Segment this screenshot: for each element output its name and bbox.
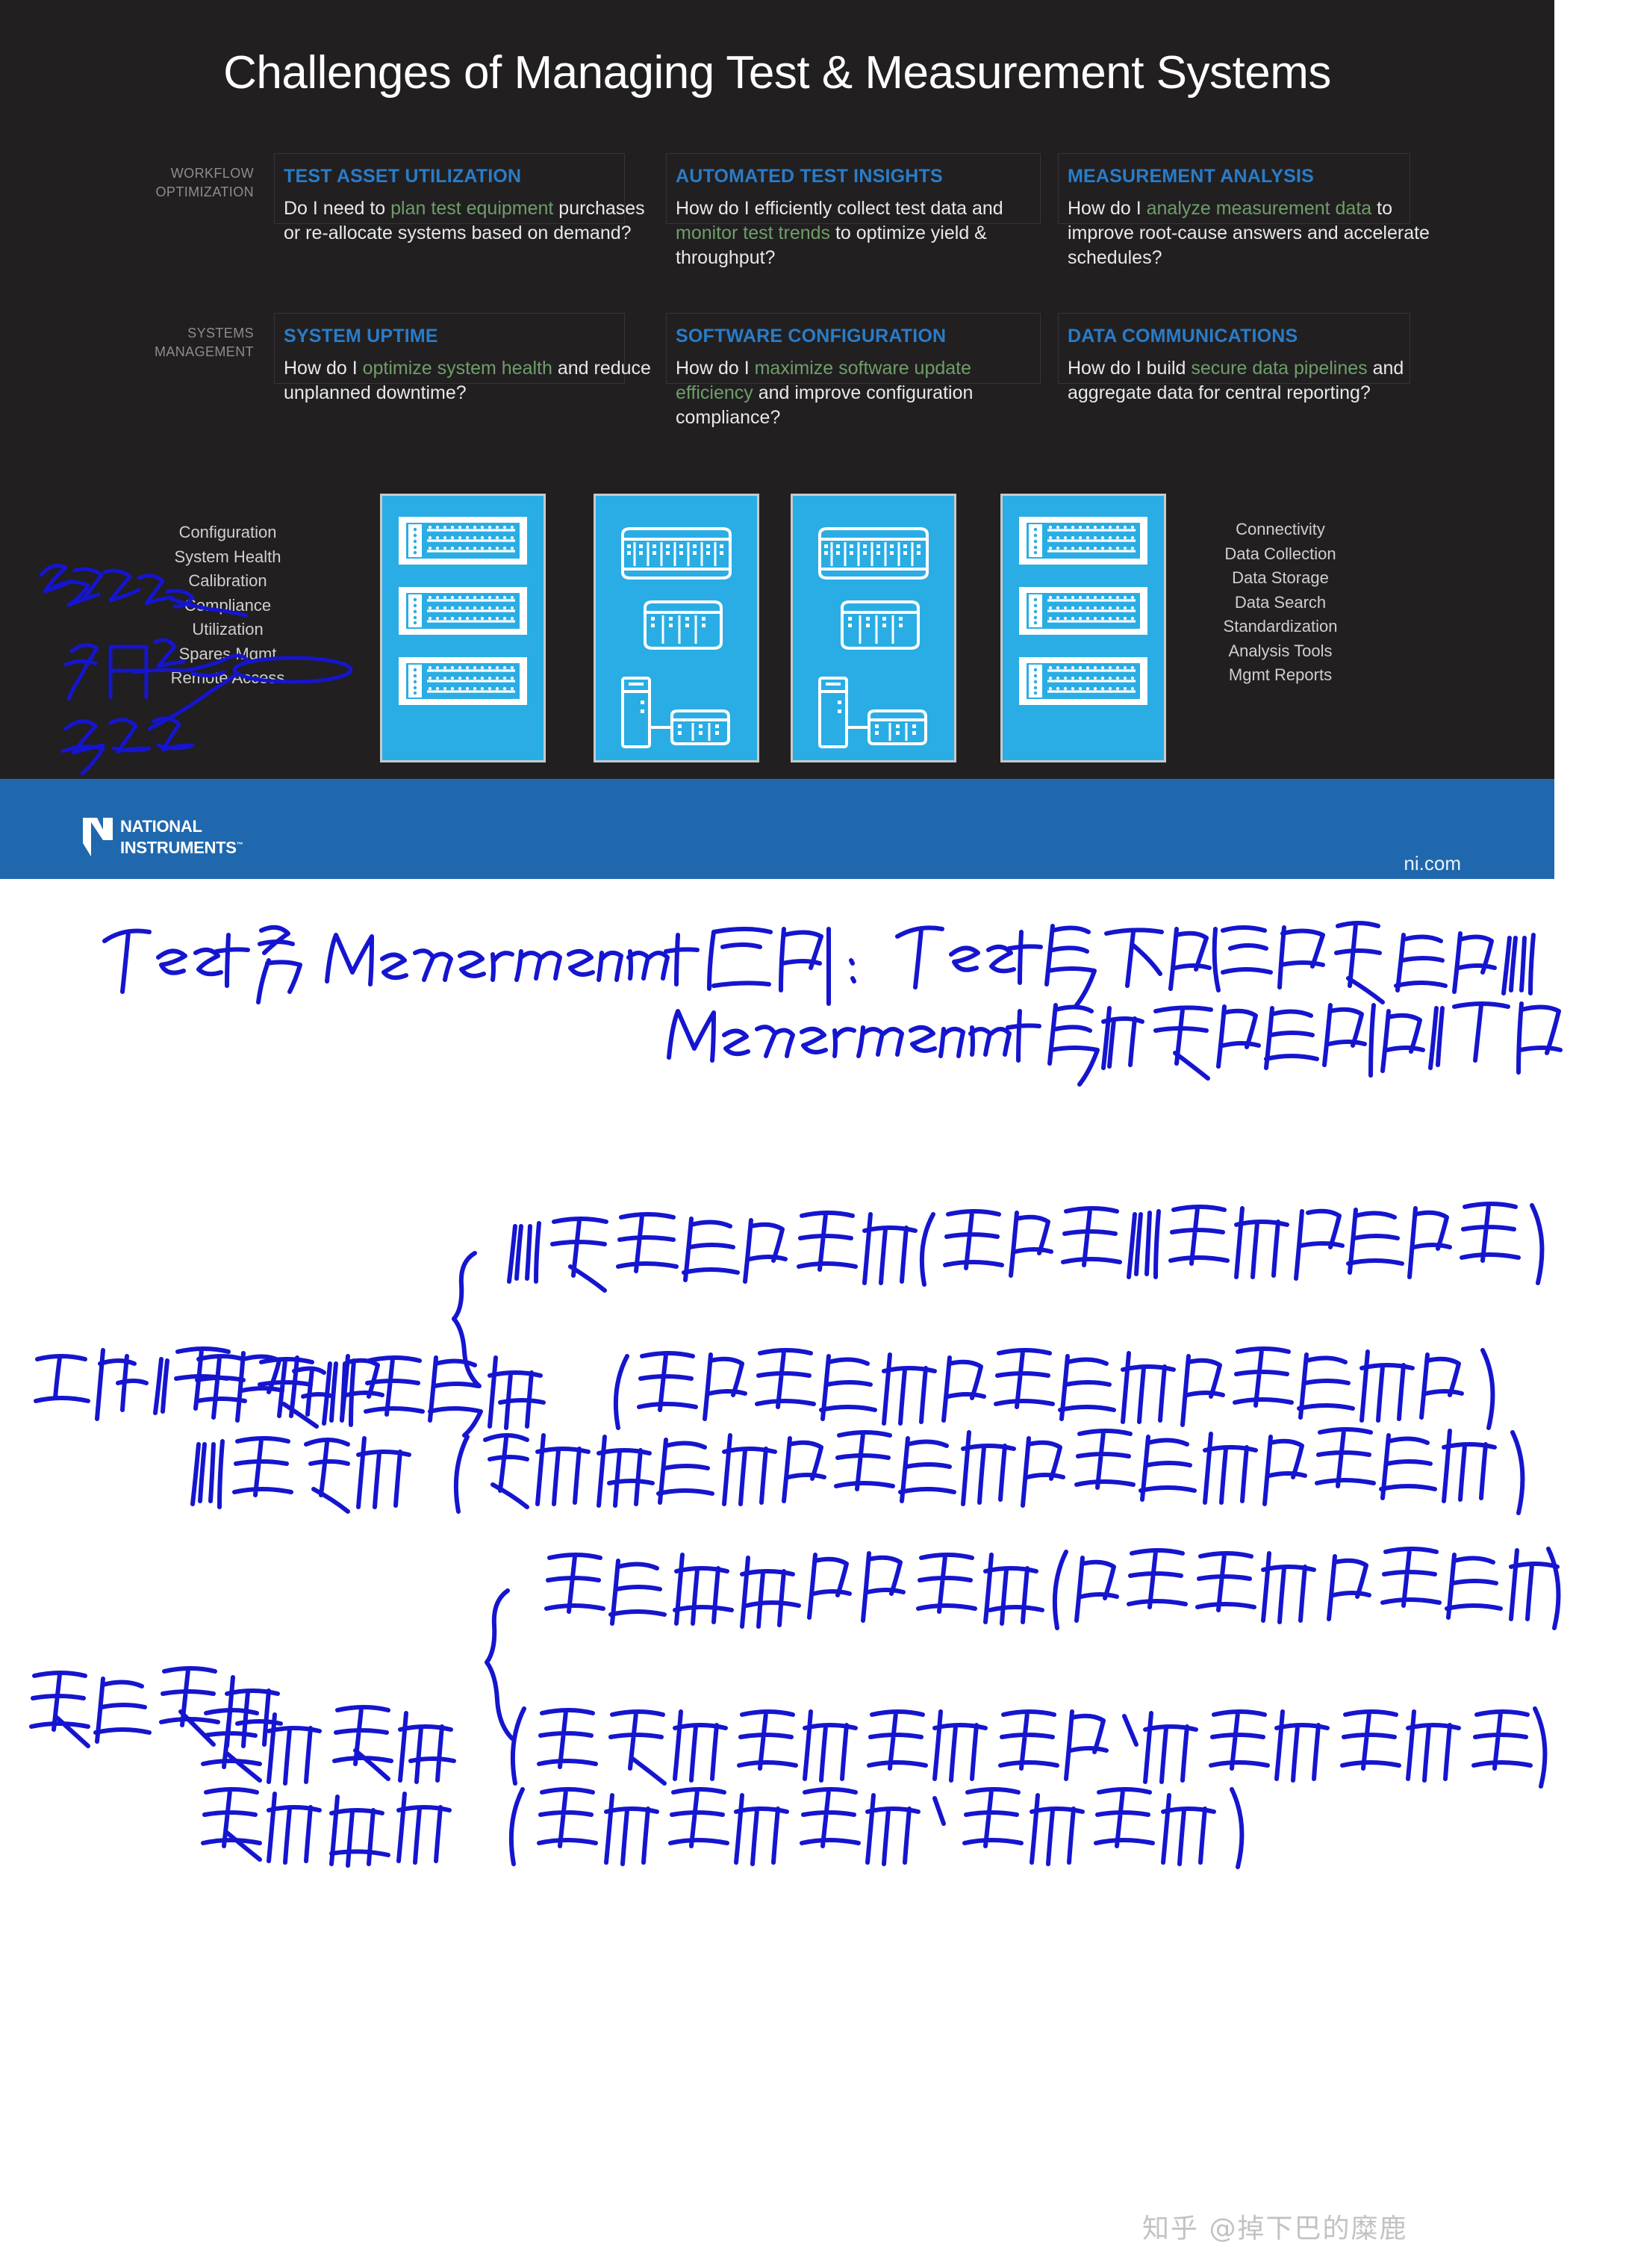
tag-configuration: Configuration: [178, 523, 277, 541]
ni-eagle-icon: [83, 818, 113, 857]
tag-analysis-tools: Analysis Tools: [1228, 641, 1333, 660]
note-group-2-item2-ink: [201, 1705, 1548, 1789]
challenge-card-data-communications[interactable]: DATA COMMUNICATIONS How do I build secur…: [1058, 313, 1435, 406]
tag-data-collection: Data Collection: [1224, 544, 1336, 563]
card-title: TEST ASSET UTILIZATION: [284, 166, 522, 187]
card-title: SYSTEM UPTIME: [284, 326, 438, 347]
footer-url: ni.com: [1404, 852, 1461, 874]
watermark: 知乎 @掉下巴的糜鹿: [1142, 2213, 1408, 2244]
tag-remote-access: Remote Access: [170, 668, 285, 687]
rack-servers-icon: [399, 517, 527, 705]
note-line-1-ink: [102, 921, 1536, 1007]
trademark-symbol: ™: [236, 841, 243, 849]
diagram-panel-1: [380, 494, 546, 762]
card-body-highlight: analyze measurement data: [1146, 198, 1372, 219]
note-group-2-ink: [29, 1547, 1561, 1748]
card-body-pre: How do I efficiently collect test data a…: [676, 198, 1003, 219]
ni-logo-wordmark: NATIONAL INSTRUMENTS™: [120, 817, 243, 857]
row-label-systems-management: SYSTEMS MANAGEMENT: [105, 324, 254, 361]
note-group-2-item3-ink: [201, 1787, 1245, 1869]
card-body-pre: How do I build: [1068, 358, 1192, 379]
card-body-pre: How do I: [676, 358, 755, 379]
card-title: DATA COMMUNICATIONS: [1068, 326, 1298, 347]
diagram-panel-2: [594, 494, 759, 762]
note-group-1-item2-ink: [195, 1346, 1495, 1438]
chassis-and-controller-icon: [818, 527, 929, 748]
challenge-card-software-configuration[interactable]: SOFTWARE CONFIGURATION How do I maximize…: [666, 313, 1043, 430]
card-body: How do I efficiently collect test data a…: [676, 196, 1043, 270]
card-body: How do I build secure data pipelines and…: [1068, 356, 1435, 406]
challenge-card-test-asset-utilization[interactable]: TEST ASSET UTILIZATION Do I need to plan…: [274, 153, 651, 246]
card-title: MEASUREMENT ANALYSIS: [1068, 166, 1314, 187]
card-body-pre: Do I need to: [284, 198, 391, 219]
tag-compliance: Compliance: [184, 595, 272, 615]
row-label-workflow-optimization: WORKFLOW OPTIMIZATION: [105, 164, 254, 202]
card-body: How do I maximize software update effici…: [676, 356, 1043, 430]
challenge-card-automated-test-insights[interactable]: AUTOMATED TEST INSIGHTS How do I efficie…: [666, 153, 1043, 270]
row-label-line2: MANAGEMENT: [154, 344, 254, 359]
diagram-panel-3: [791, 494, 956, 762]
tag-standardization: Standardization: [1223, 617, 1338, 636]
tag-utilization: Utilization: [192, 620, 264, 639]
tag-spares-mgmt: Spares Mgmt: [178, 644, 277, 663]
presentation-slide: Challenges of Managing Test & Measuremen…: [0, 0, 1554, 879]
ni-logo-line1: NATIONAL: [120, 817, 202, 836]
row-label-line2: OPTIMIZATION: [155, 184, 254, 199]
diagram-panel-4: [1000, 494, 1166, 762]
card-title: AUTOMATED TEST INSIGHTS: [676, 166, 943, 187]
note-line-2-ink: [667, 1001, 1563, 1087]
challenge-card-measurement-analysis[interactable]: MEASUREMENT ANALYSIS How do I analyze me…: [1058, 153, 1435, 270]
card-body-highlight: monitor test trends: [676, 223, 831, 243]
tag-system-health: System Health: [174, 547, 281, 566]
slide-footer: NATIONAL INSTRUMENTS™ ni.com: [0, 779, 1554, 879]
card-body-highlight: plan test equipment: [390, 198, 554, 219]
national-instruments-logo: NATIONAL INSTRUMENTS™: [81, 815, 243, 860]
page-title: Challenges of Managing Test & Measuremen…: [223, 47, 1331, 99]
note-group-1-ink: [34, 1202, 1545, 1423]
card-body-pre: How do I: [1068, 198, 1147, 219]
card-body: How do I analyze measurement data to imp…: [1068, 196, 1435, 270]
tag-list-left: Configuration System Health Calibration …: [146, 521, 310, 691]
rack-servers-icon: [1019, 517, 1147, 705]
note-group-1-item3-ink: [190, 1427, 1525, 1515]
card-body: Do I need to plan test equipment purchas…: [284, 196, 651, 246]
tag-connectivity: Connectivity: [1236, 520, 1325, 538]
ni-logo-line2: INSTRUMENTS™: [120, 838, 243, 857]
row-label-line1: SYSTEMS: [187, 326, 254, 341]
card-body-highlight: optimize system health: [362, 358, 552, 379]
challenge-card-system-uptime[interactable]: SYSTEM UPTIME How do I optimize system h…: [274, 313, 651, 406]
chassis-and-controller-icon: [621, 527, 732, 748]
tag-mgmt-reports: Mgmt Reports: [1228, 665, 1333, 684]
card-body: How do I optimize system health and redu…: [284, 356, 651, 406]
card-body-pre: How do I: [284, 358, 363, 379]
tag-calibration: Calibration: [188, 571, 267, 590]
tag-data-search: Data Search: [1234, 592, 1327, 612]
tag-data-storage: Data Storage: [1232, 568, 1329, 587]
tag-list-right: Connectivity Data Collection Data Storag…: [1198, 518, 1362, 688]
row-label-line1: WORKFLOW: [170, 166, 254, 181]
card-body-highlight: secure data pipelines: [1191, 358, 1368, 379]
card-title: SOFTWARE CONFIGURATION: [676, 326, 947, 347]
